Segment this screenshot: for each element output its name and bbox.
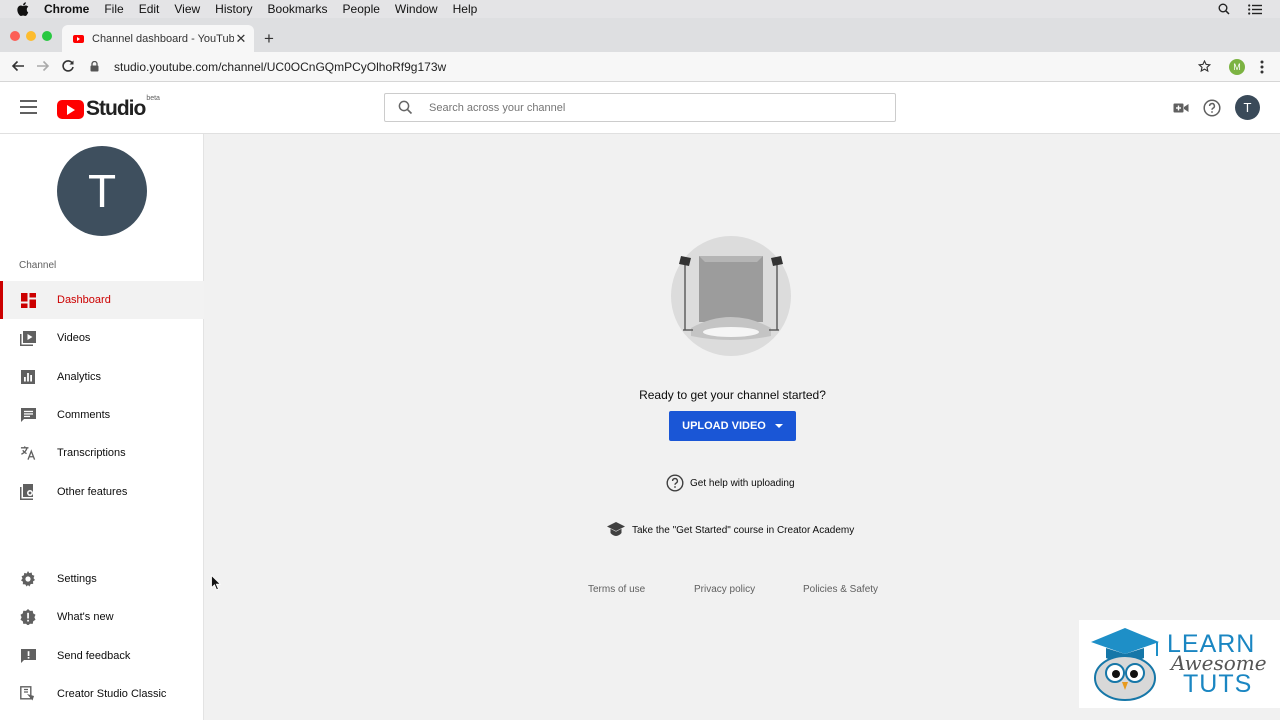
channel-search-box[interactable] <box>384 93 896 122</box>
watermark-tuts-text: TUTS <box>1183 670 1252 698</box>
learn-awesome-tuts-watermark: LEARN Awesome TUTS <box>1079 620 1280 708</box>
channel-section-label: Channel <box>19 260 57 271</box>
browser-menu-icon[interactable] <box>1258 59 1266 75</box>
gear-icon <box>20 571 36 587</box>
address-bar[interactable]: studio.youtube.com/channel/UC0OCnGQmPCyO… <box>86 55 1220 78</box>
menu-view[interactable]: View <box>174 2 200 16</box>
analytics-icon <box>20 369 36 385</box>
close-tab-icon[interactable]: ✕ <box>234 31 248 47</box>
sidebar-item-label: Creator Studio Classic <box>57 688 167 700</box>
help-uploading-text: Get help with uploading <box>690 477 795 489</box>
terms-of-use-link[interactable]: Terms of use <box>588 584 645 595</box>
logo-studio-text: Studio <box>86 97 146 120</box>
videos-icon <box>20 330 36 346</box>
sidebar-item-label: Other features <box>57 486 128 498</box>
sidebar-item-label: Analytics <box>57 371 102 383</box>
search-input[interactable] <box>429 101 895 114</box>
sidebar-item-transcriptions[interactable]: Transcriptions <box>0 434 204 472</box>
creator-academy-text: Take the "Get Started" course in Creator… <box>632 524 855 536</box>
hamburger-menu-icon[interactable] <box>20 100 37 114</box>
sidebar-item-label: Transcriptions <box>57 447 126 459</box>
search-icon[interactable] <box>398 100 414 116</box>
feedback-icon <box>20 648 36 664</box>
menu-edit[interactable]: Edit <box>139 2 160 16</box>
whats-new-icon <box>20 609 36 625</box>
youtube-studio-logo[interactable]: Studio beta <box>57 95 160 121</box>
owl-graduate-logo-icon: LEARN Awesome TUTS <box>1091 628 1267 701</box>
upload-video-label: UPLOAD VIDEO <box>682 420 766 432</box>
apple-icon[interactable] <box>16 2 30 16</box>
beta-badge: beta <box>146 95 160 102</box>
upload-video-button[interactable]: UPLOAD VIDEO <box>669 411 796 441</box>
menu-help[interactable]: Help <box>453 2 478 16</box>
sidebar-item-whats-new[interactable]: What's new <box>0 598 204 636</box>
notification-center-icon[interactable] <box>1248 3 1262 15</box>
account-avatar[interactable]: T <box>1235 95 1260 120</box>
sidebar-item-label: Send feedback <box>57 650 131 662</box>
privacy-policy-link[interactable]: Privacy policy <box>694 584 755 595</box>
comments-icon <box>20 407 36 423</box>
mouse-cursor-icon <box>211 575 221 591</box>
youtube-play-logo-icon <box>57 99 84 119</box>
sidebar-item-videos[interactable]: Videos <box>0 319 204 357</box>
bookmark-star-icon[interactable] <box>1198 60 1212 73</box>
help-circle-icon <box>666 474 684 492</box>
sidebar-item-other-features[interactable]: Other features <box>0 473 204 511</box>
zoom-window-button[interactable] <box>42 31 52 41</box>
channel-avatar[interactable]: T <box>57 146 147 236</box>
empty-state-message: Ready to get your channel started? <box>639 388 826 402</box>
studio-header: Studio beta T <box>0 82 1280 134</box>
browser-tab[interactable]: Channel dashboard - YouTube Studio ✕ <box>62 25 254 52</box>
dropdown-caret-icon[interactable] <box>774 424 783 428</box>
creator-academy-link[interactable]: Take the "Get Started" course in Creator… <box>607 522 854 538</box>
graduation-cap-icon <box>607 522 625 538</box>
browser-tab-strip: Channel dashboard - YouTube Studio ✕ + <box>0 18 1280 52</box>
empty-studio-illustration-icon <box>671 236 791 356</box>
window-controls <box>10 31 58 41</box>
back-icon[interactable] <box>10 58 26 74</box>
browser-profile-avatar[interactable]: M <box>1229 59 1245 75</box>
sidebar-item-creator-studio-classic[interactable]: Creator Studio Classic <box>0 675 204 713</box>
tab-title: Channel dashboard - YouTube Studio <box>92 32 234 45</box>
help-icon[interactable] <box>1203 99 1221 117</box>
new-tab-icon[interactable]: + <box>264 29 274 49</box>
menu-window[interactable]: Window <box>395 2 438 16</box>
mac-menu-bar: Chrome File Edit View History Bookmarks … <box>0 0 1280 18</box>
sidebar-item-label: Videos <box>57 332 91 344</box>
sidebar-item-label: Comments <box>57 409 111 421</box>
sidebar-item-comments[interactable]: Comments <box>0 396 204 434</box>
menu-people[interactable]: People <box>343 2 380 16</box>
url-text: studio.youtube.com/channel/UC0OCnGQmPCyO… <box>114 59 447 74</box>
menu-bookmarks[interactable]: Bookmarks <box>268 2 328 16</box>
menu-chrome[interactable]: Chrome <box>44 2 89 16</box>
sidebar-item-send-feedback[interactable]: Send feedback <box>0 637 204 675</box>
other-features-icon <box>20 484 36 500</box>
forward-icon[interactable] <box>35 58 51 74</box>
policies-safety-link[interactable]: Policies & Safety <box>803 584 878 595</box>
sidebar-item-settings[interactable]: Settings <box>0 560 204 598</box>
menu-history[interactable]: History <box>215 2 252 16</box>
dashboard-icon <box>20 292 36 308</box>
spotlight-search-icon[interactable] <box>1218 3 1230 15</box>
sidebar: T Channel Dashboard Videos Analytics Com… <box>0 134 204 720</box>
classic-studio-icon <box>20 686 36 702</box>
close-window-button[interactable] <box>10 31 20 41</box>
minimize-window-button[interactable] <box>26 31 36 41</box>
reload-icon[interactable] <box>60 58 76 74</box>
sidebar-item-analytics[interactable]: Analytics <box>0 358 204 396</box>
youtube-favicon-icon <box>73 34 84 43</box>
sidebar-item-label: Settings <box>57 573 97 585</box>
browser-toolbar: studio.youtube.com/channel/UC0OCnGQmPCyO… <box>0 52 1280 82</box>
translate-icon <box>20 445 36 461</box>
sidebar-item-label: Dashboard <box>57 294 111 306</box>
create-video-icon[interactable] <box>1172 99 1190 117</box>
help-uploading-link[interactable]: Get help with uploading <box>666 474 795 492</box>
menu-file[interactable]: File <box>104 2 123 16</box>
sidebar-item-dashboard[interactable]: Dashboard <box>0 281 204 319</box>
lock-icon[interactable] <box>90 61 100 72</box>
sidebar-item-label: What's new <box>57 611 114 623</box>
